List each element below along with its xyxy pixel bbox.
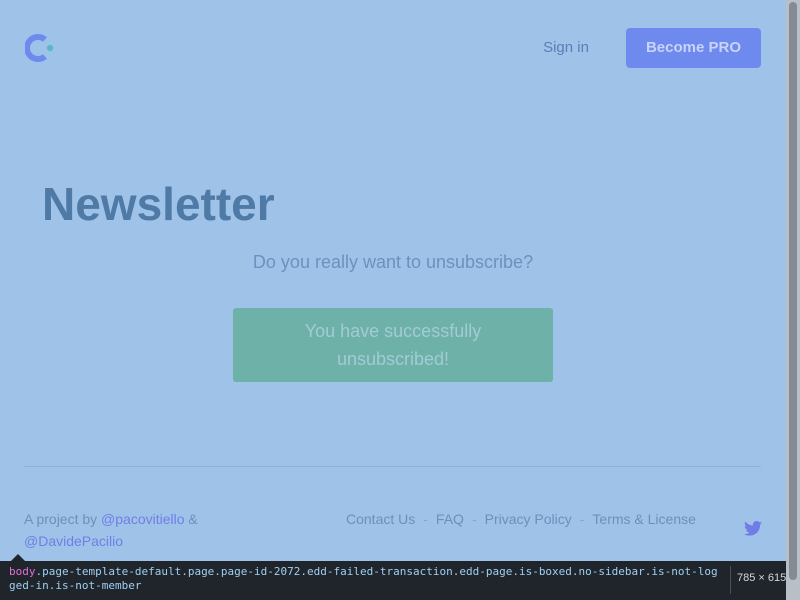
footer-credits: A project by @pacovitiello & @DavidePacil… — [24, 508, 304, 552]
footer-separator: - — [423, 511, 428, 527]
viewport-size: 785 × 615 — [737, 572, 787, 584]
footer-link-privacy[interactable]: Privacy Policy — [485, 511, 572, 527]
brand-logo-icon[interactable] — [25, 33, 55, 63]
footer-separator: - — [471, 511, 477, 527]
element-selector: body.page-template-default.page.page-id-… — [9, 565, 724, 593]
success-message: You have successfully unsubscribed! — [304, 321, 482, 369]
footer-link-contact[interactable]: Contact Us — [346, 511, 415, 527]
sign-in-link[interactable]: Sign in — [530, 38, 602, 58]
footer-link-faq[interactable]: FAQ — [436, 511, 464, 527]
site-header: Sign in Become PRO — [0, 0, 786, 96]
author-link-pacovitiello[interactable]: @pacovitiello — [101, 511, 184, 527]
credits-prefix: A project by — [24, 511, 102, 527]
footer-link-terms[interactable]: Terms & License — [592, 511, 695, 527]
credits-joiner: & — [184, 511, 198, 527]
success-alert: You have successfully unsubscribed! — [233, 308, 553, 382]
page-title: Newsletter — [42, 178, 275, 230]
become-pro-button[interactable]: Become PRO — [626, 28, 761, 68]
footer-divider — [24, 466, 761, 467]
footer-separator: - — [579, 511, 585, 527]
scrollbar-thumb[interactable] — [789, 2, 797, 580]
selector-tag: body — [9, 565, 36, 578]
devtools-divider — [730, 566, 731, 594]
author-link-davidepacilio[interactable]: @DavidePacilio — [24, 533, 123, 549]
footer-nav: Contact Us - FAQ - Privacy Policy - Terms & Li… — [346, 508, 706, 530]
unsubscribe-question: Do you really want to unsubscribe? — [252, 252, 534, 272]
selector-classes: .page-template-default.page.page-id-2072… — [9, 565, 718, 592]
twitter-icon[interactable] — [744, 521, 762, 536]
